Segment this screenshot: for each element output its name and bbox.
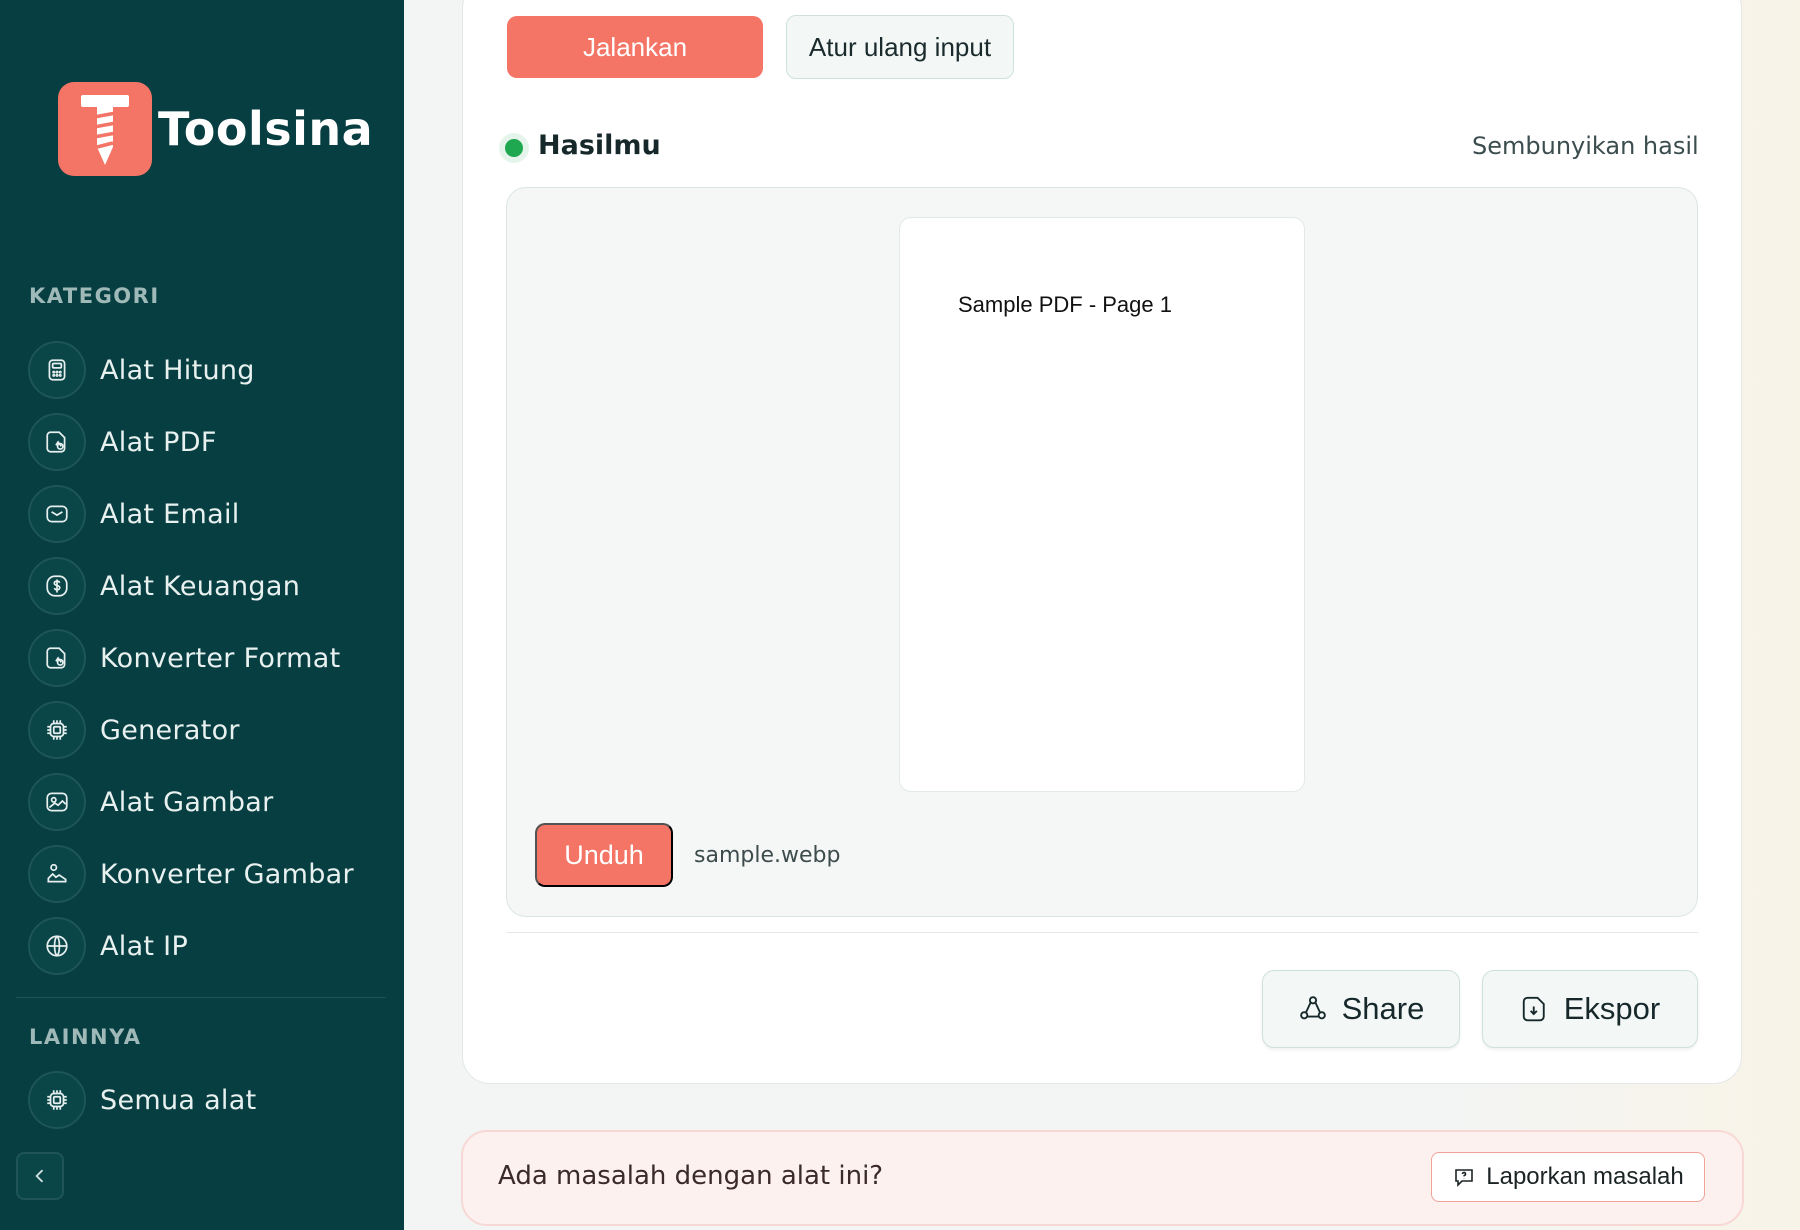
sidebar-item-alat-keuangan[interactable]: Alat Keuangan: [28, 550, 388, 622]
sidebar-item-label: Alat IP: [100, 930, 189, 962]
sidebar-item-alat-email[interactable]: Alat Email: [28, 478, 388, 550]
status-dot: [505, 139, 523, 157]
sidebar-item-konverter-gambar[interactable]: Konverter Gambar: [28, 838, 388, 910]
export-button[interactable]: Ekspor: [1482, 970, 1698, 1048]
sidebar-item-label: Alat Gambar: [100, 786, 274, 818]
feedback-question: Ada masalah dengan alat ini?: [498, 1161, 884, 1191]
brand-name: Toolsina: [158, 102, 374, 156]
sidebar-item-alat-hitung[interactable]: Alat Hitung: [28, 334, 388, 406]
sidebar-item-generator[interactable]: Generator: [28, 694, 388, 766]
document-icon: [28, 413, 86, 471]
category-nav: Alat Hitung Alat PDF Alat Email Alat Keu…: [28, 334, 388, 982]
chevron-left-icon: [35, 1169, 44, 1183]
sidebar-item-label: Alat Keuangan: [100, 570, 301, 602]
sidebar-item-label: Generator: [100, 714, 240, 746]
sidebar: Toolsina KATEGORI Alat Hitung Alat PDF A…: [0, 0, 404, 1230]
calculator-icon: [28, 341, 86, 399]
sidebar-divider: [16, 997, 386, 998]
output-filename: sample.webp: [694, 843, 841, 868]
logo[interactable]: Toolsina: [58, 82, 373, 176]
export-file-icon: [1522, 996, 1545, 1022]
sidebar-item-konverter-format[interactable]: Konverter Format: [28, 622, 388, 694]
sidebar-item-label: Alat Hitung: [100, 354, 255, 386]
other-heading: LAINNYA: [29, 1025, 142, 1049]
sidebar-item-semua-alat[interactable]: Semua alat: [28, 1064, 388, 1136]
globe-icon: [28, 917, 86, 975]
chip-icon: [28, 701, 86, 759]
report-label: Laporkan masalah: [1486, 1163, 1684, 1190]
download-button[interactable]: Unduh: [535, 823, 673, 887]
image-person-icon: [28, 845, 86, 903]
sidebar-item-label: Konverter Gambar: [100, 858, 354, 890]
chat-question-icon: [1455, 1169, 1474, 1187]
collapse-sidebar-button[interactable]: [16, 1152, 64, 1200]
reset-input-button[interactable]: Atur ulang input: [786, 15, 1014, 79]
share-label: Share: [1341, 991, 1425, 1026]
sidebar-item-label: Alat PDF: [100, 426, 217, 458]
hide-result-link[interactable]: Sembunyikan hasil: [1472, 132, 1699, 160]
share-button[interactable]: Share: [1262, 970, 1460, 1048]
export-label: Ekspor: [1563, 991, 1661, 1026]
document-icon: [28, 629, 86, 687]
section-divider: [506, 932, 1698, 933]
category-heading: KATEGORI: [29, 284, 160, 308]
sidebar-item-alat-gambar[interactable]: Alat Gambar: [28, 766, 388, 838]
mail-icon: [28, 485, 86, 543]
sidebar-item-label: Semua alat: [100, 1084, 257, 1116]
sidebar-item-alat-pdf[interactable]: Alat PDF: [28, 406, 388, 478]
sidebar-item-label: Konverter Format: [100, 642, 341, 674]
dollar-icon: [28, 557, 86, 615]
screw-logo-icon: [58, 82, 152, 176]
sidebar-item-label: Alat Email: [100, 498, 240, 530]
run-button[interactable]: Jalankan: [507, 16, 763, 78]
image-icon: [28, 773, 86, 831]
other-nav: Semua alat: [28, 1064, 388, 1136]
share-icon: [1299, 996, 1326, 1020]
result-title: Hasilmu: [538, 130, 661, 161]
chip-icon: [28, 1071, 86, 1129]
preview-text: Sample PDF - Page 1: [958, 292, 1172, 317]
sidebar-item-alat-ip[interactable]: Alat IP: [28, 910, 388, 982]
report-problem-button[interactable]: Laporkan masalah: [1431, 1152, 1705, 1202]
